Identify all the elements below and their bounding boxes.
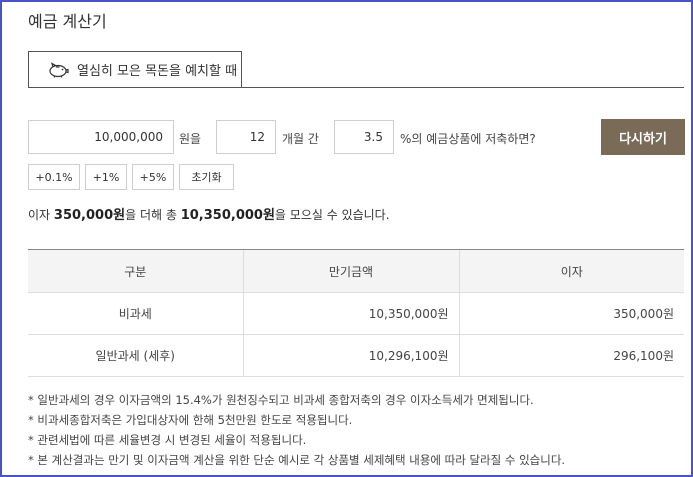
result-prefix: 이자 <box>28 208 51 222</box>
result-mid: 을 더해 총 <box>125 208 177 222</box>
result-table: 구분 만기금액 이자 비과세 10,350,000원 350,000원 일반과세… <box>28 249 684 377</box>
cell-category: 일반과세 (세후) <box>28 334 243 377</box>
cell-interest: 296,100원 <box>458 334 684 377</box>
column-header-category: 구분 <box>28 249 243 293</box>
note-item: * 본 계산결과는 만기 및 이자금액 계산을 위한 단순 예시로 각 상품별 … <box>28 453 566 467</box>
cell-interest: 350,000원 <box>458 292 684 335</box>
months-unit: 개월 간 <box>282 132 319 146</box>
cell-category: 비과세 <box>28 292 243 335</box>
piggy-bank-icon <box>47 61 69 78</box>
note-item: * 비과세종합저축은 가입대상자에 한해 5천만원 한도로 적용됩니다. <box>28 413 353 427</box>
column-header-interest: 이자 <box>458 249 684 293</box>
rate-plus-1-button[interactable]: +1% <box>85 164 127 190</box>
table-header-row: 구분 만기금액 이자 <box>28 249 684 293</box>
amount-unit: 원을 <box>179 132 202 146</box>
result-summary: 이자 350,000원을 더해 총 10,350,000원을 모으실 수 있습니… <box>28 204 390 223</box>
cell-maturity-amount: 10,296,100원 <box>242 334 459 377</box>
rate-input[interactable] <box>334 120 394 154</box>
amount-input[interactable] <box>28 120 174 154</box>
rate-plus-5-button[interactable]: +5% <box>132 164 174 190</box>
result-interest: 350,000원 <box>53 208 126 223</box>
rate-clear-button[interactable]: 초기화 <box>179 164 234 190</box>
tab-lump-sum-deposit[interactable]: 열심히 모은 목돈을 예치할 때 <box>28 51 242 87</box>
reset-button[interactable]: 다시하기 <box>601 119 685 155</box>
rate-unit: %의 예금상품에 저축하면? <box>400 132 536 146</box>
notes-list: * 일반과세의 경우 이자금액의 15.4%가 원천징수되고 비과세 종합저축의… <box>28 390 565 470</box>
table-row: 일반과세 (세후) 10,296,100원 296,100원 <box>28 334 684 377</box>
table-row: 비과세 10,350,000원 350,000원 <box>28 292 684 335</box>
page-title: 예금 계산기 <box>28 12 107 31</box>
result-suffix: 을 모으실 수 있습니다. <box>274 208 390 222</box>
note-item: * 관련세법에 따른 세율변경 시 변경된 세율이 적용됩니다. <box>28 433 307 447</box>
result-total: 10,350,000원 <box>180 208 275 223</box>
column-header-maturity-amount: 만기금액 <box>242 249 459 293</box>
cell-maturity-amount: 10,350,000원 <box>242 292 459 335</box>
tab-divider <box>28 87 684 88</box>
note-item: * 일반과세의 경우 이자금액의 15.4%가 원천징수되고 비과세 종합저축의… <box>28 393 534 407</box>
rate-plus-0-1-button[interactable]: +0.1% <box>28 164 80 190</box>
tab-label: 열심히 모은 목돈을 예치할 때 <box>77 64 238 79</box>
months-input[interactable] <box>216 120 276 154</box>
